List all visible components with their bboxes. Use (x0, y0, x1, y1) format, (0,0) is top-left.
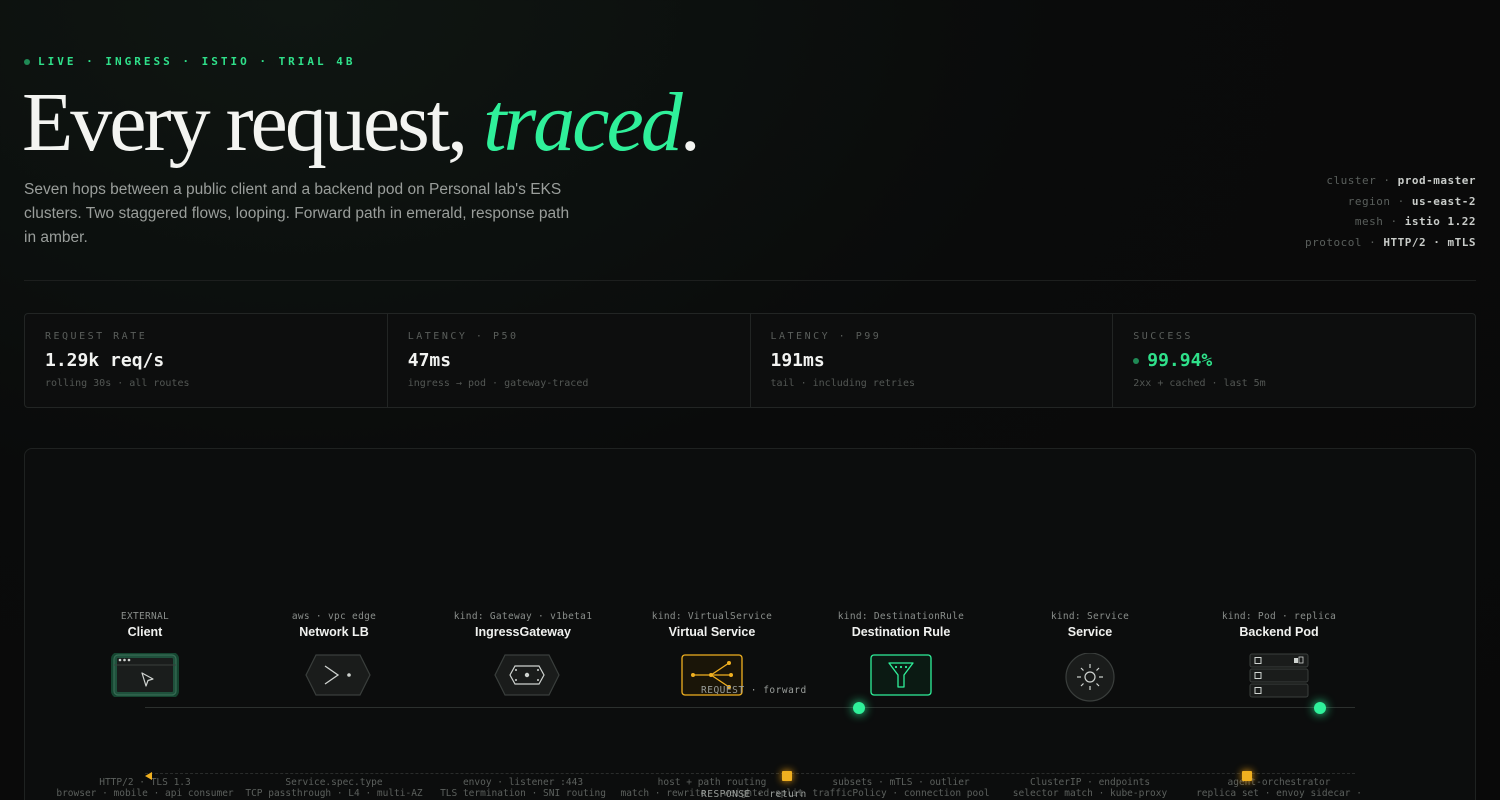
return-arrow-icon (145, 772, 152, 780)
stat-latency-p50: LATENCY · P50 47ms ingress → pod · gatew… (388, 314, 751, 407)
return-label: RESPONSE · return (701, 789, 807, 800)
node-network-lb[interactable]: aws · vpc edge Network LB Service.spec.t… (239, 611, 429, 799)
stat-value: 47ms (407, 350, 452, 371)
stat-latency-p99: LATENCY · P99 191ms tail · including ret… (751, 314, 1114, 407)
meta-protocol: protocol · HTTP/2 · mTLS (1305, 235, 1476, 249)
node-service[interactable]: kind: Service Service ClusterIP · endpoi… (995, 611, 1185, 799)
eyebrow-text: LIVE · INGRESS · ISTIO · TRIAL 4B (38, 55, 356, 68)
header-divider (24, 280, 1476, 281)
filter-funnel-icon (860, 653, 942, 697)
request-packet (1314, 702, 1326, 714)
node-ingress-gateway[interactable]: kind: Gateway · v1beta1 IngressGateway e… (428, 611, 618, 799)
stat-success: SUCCESS 99.94% 2xx + cached · last 5m (1133, 331, 1266, 389)
meta-cluster: cluster · prod-master (1326, 174, 1476, 187)
success-dot-icon (1133, 357, 1140, 364)
stat-value: 191ms (770, 350, 825, 371)
page-description: Seven hops between a public client and a… (24, 181, 570, 246)
node-client[interactable]: EXTERNAL Client HTTP/2 · TLS 1.3 browser … (50, 611, 240, 799)
request-packet (853, 702, 865, 714)
stats-bar: REQUEST RATE 1.29k req/s rolling 30s · a… (24, 313, 1476, 408)
cluster-meta: cluster · prod-master region · us-east-2… (1305, 171, 1476, 253)
response-packet (782, 771, 792, 781)
title-end: . (679, 76, 701, 169)
title-accent: traced (483, 76, 683, 169)
live-status-eyebrow: LIVE · INGRESS · ISTIO · TRIAL 4B (24, 55, 356, 68)
return-track (145, 773, 1355, 774)
response-packet (1242, 771, 1252, 781)
meta-region: region · us-east-2 (1347, 194, 1476, 208)
title-main: Every request, (22, 76, 484, 169)
request-flow-diagram: EXTERNAL Client HTTP/2 · TLS 1.3 browser … (24, 448, 1476, 800)
load-balancer-icon (293, 653, 375, 697)
node-backend-pod[interactable]: kind: Pod · replica Backend Pod agent-or… (1184, 611, 1374, 800)
forward-track (145, 707, 1355, 708)
server-stack-icon (1238, 653, 1320, 698)
gateway-icon (482, 653, 564, 697)
stat-request-rate: REQUEST RATE 1.29k req/s rolling 30s · a… (25, 314, 388, 407)
forward-label: REQUEST · forward (701, 685, 807, 696)
meta-mesh: mesh · istio 1.22 (1354, 215, 1476, 228)
browser-cursor-icon (104, 652, 186, 698)
stat-value: 99.94% (1147, 350, 1213, 371)
live-dot-icon (24, 58, 30, 65)
stat-value: 1.29k req/s (45, 350, 165, 371)
service-sun-icon (1049, 652, 1131, 702)
node-destination-rule[interactable]: kind: DestinationRule Destination Rule s… (806, 611, 996, 799)
page-title: Every request, traced. (22, 76, 701, 169)
